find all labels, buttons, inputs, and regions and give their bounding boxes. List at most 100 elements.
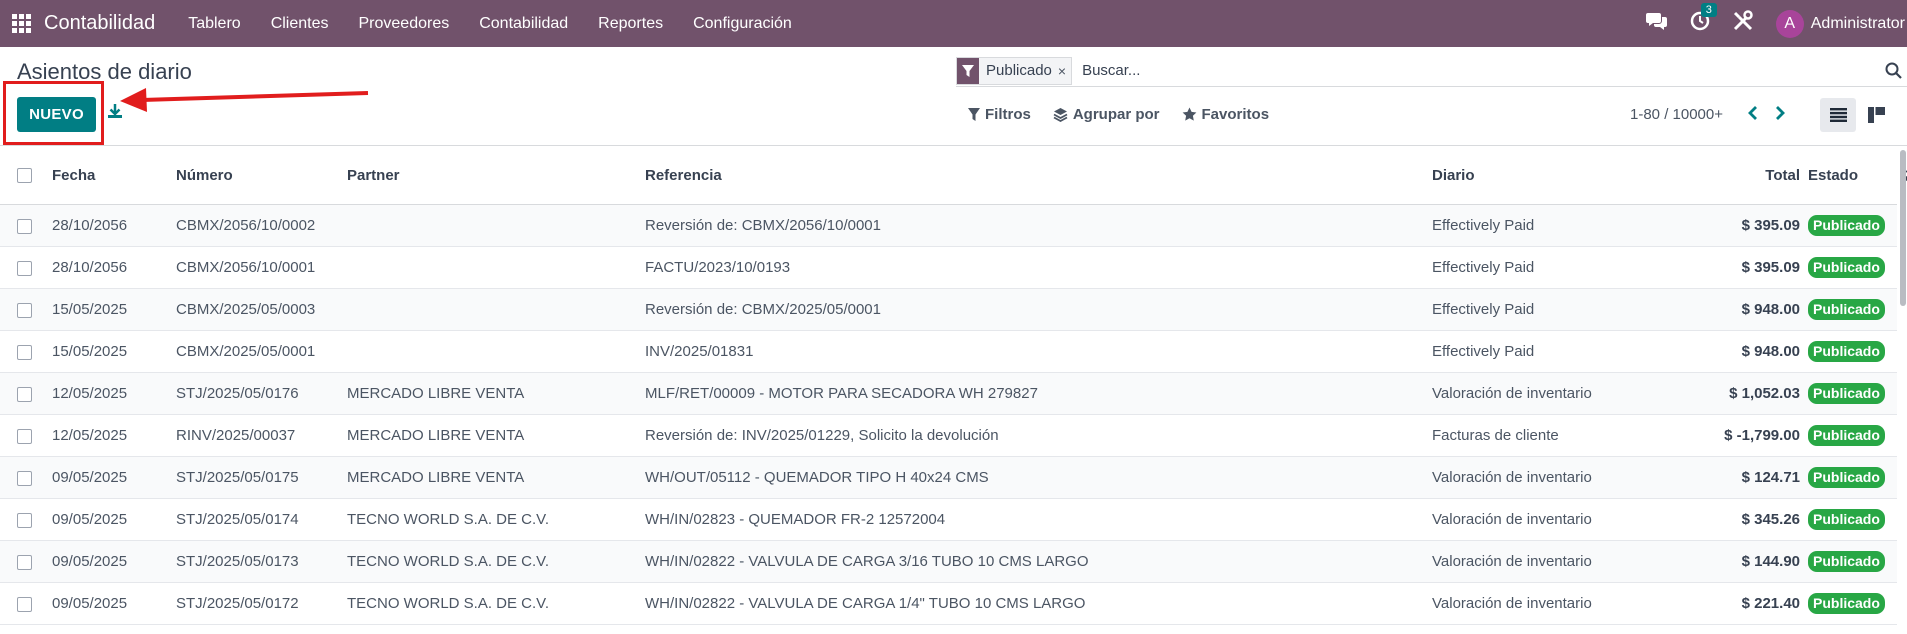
table-row[interactable]: 15/05/2025 CBMX/2025/05/0003 Reversión de:… xyxy=(0,288,1897,331)
user-name[interactable]: Administrator xyxy=(1811,15,1905,33)
row-checkbox[interactable] xyxy=(17,470,32,486)
row-checkbox[interactable] xyxy=(17,386,32,402)
cell-referencia: WH/IN/02822 - VALVULA DE CARGA 3/16 TUBO… xyxy=(645,540,1432,583)
cell-total: $ -1,799.00 xyxy=(1672,414,1808,457)
row-checkbox[interactable] xyxy=(17,344,32,360)
row-select-cell xyxy=(0,456,52,499)
row-checkbox[interactable] xyxy=(17,260,32,276)
search-bar: Publicado × xyxy=(956,55,1907,87)
status-badge: Publicado xyxy=(1808,215,1885,236)
app-name[interactable]: Contabilidad xyxy=(44,12,155,35)
header-numero[interactable]: Número xyxy=(176,146,347,205)
table-row[interactable]: 09/05/2025 STJ/2025/05/0175 MERCADO LIBRE … xyxy=(0,456,1897,499)
cell-total: $ 948.00 xyxy=(1672,288,1808,331)
cell-total: $ 1,052.03 xyxy=(1672,372,1808,415)
user-avatar[interactable]: A xyxy=(1775,9,1804,38)
menu-item-tablero[interactable]: Tablero xyxy=(173,15,255,33)
row-select-cell xyxy=(0,372,52,415)
total-value: $ 395.09 xyxy=(1741,259,1800,276)
menu-item-reportes[interactable]: Reportes xyxy=(583,15,678,33)
cell-fecha: 28/10/2056 xyxy=(52,204,176,247)
header-fecha[interactable]: Fecha xyxy=(52,146,176,205)
cell-numero: STJ/2025/05/0175 xyxy=(176,456,347,499)
table-row[interactable]: 09/05/2025 STJ/2025/05/0172 TECNO WORLD S.… xyxy=(0,582,1897,625)
row-select-cell xyxy=(0,204,52,247)
page-title: Asientos de diario xyxy=(17,59,192,84)
header-partner[interactable]: Partner xyxy=(347,146,645,205)
cell-total: $ 345.26 xyxy=(1672,498,1808,541)
row-select-cell xyxy=(0,246,52,289)
table-header-row: Fecha Número Partner Referencia Diario T… xyxy=(0,146,1907,205)
menu-item-configuracion[interactable]: Configuración xyxy=(678,15,807,33)
cell-estado: Publicado xyxy=(1808,246,1897,289)
cell-diario: Valoración de inventario xyxy=(1432,540,1672,583)
cell-numero: STJ/2025/05/0172 xyxy=(176,582,347,625)
cell-numero: CBMX/2056/10/0002 xyxy=(176,204,347,247)
app-grid-icon[interactable] xyxy=(12,13,32,34)
menu-item-proveedores[interactable]: Proveedores xyxy=(344,15,465,33)
row-checkbox[interactable] xyxy=(17,218,32,234)
pager-previous-icon[interactable] xyxy=(1747,104,1759,127)
download-icon[interactable] xyxy=(107,103,123,124)
cell-diario: Effectively Paid xyxy=(1432,330,1672,373)
header-diario[interactable]: Diario xyxy=(1432,146,1672,205)
cell-fecha: 15/05/2025 xyxy=(52,330,176,373)
header-total[interactable]: Total xyxy=(1672,146,1808,205)
cell-total: $ 124.71 xyxy=(1672,456,1808,499)
cell-estado: Publicado xyxy=(1808,372,1897,415)
vertical-scrollbar[interactable] xyxy=(1900,150,1906,306)
header-estado[interactable]: Estado xyxy=(1808,146,1897,205)
filters-button[interactable]: Filtros xyxy=(968,106,1031,123)
cell-partner xyxy=(347,204,645,247)
list-view-icon[interactable] xyxy=(1820,98,1856,132)
select-all-checkbox[interactable] xyxy=(17,168,32,184)
table-row[interactable]: 09/05/2025 STJ/2025/05/0174 TECNO WORLD S.… xyxy=(0,498,1897,541)
table-row[interactable]: 09/05/2025 STJ/2025/05/0173 TECNO WORLD S.… xyxy=(0,540,1897,583)
table-row[interactable]: 28/10/2056 CBMX/2056/10/0002 Reversión de:… xyxy=(0,204,1897,247)
cell-fecha: 09/05/2025 xyxy=(52,498,176,541)
header-referencia[interactable]: Referencia xyxy=(645,146,1432,205)
search-options: Filtros Agrupar por Favoritos xyxy=(968,106,1291,123)
table-row[interactable]: 28/10/2056 CBMX/2056/10/0001 FACTU/2023/10… xyxy=(0,246,1897,289)
cell-estado: Publicado xyxy=(1808,288,1897,331)
table-body: 28/10/2056 CBMX/2056/10/0002 Reversión de:… xyxy=(0,204,1897,625)
row-checkbox[interactable] xyxy=(17,428,32,444)
menu-item-clientes[interactable]: Clientes xyxy=(256,15,344,33)
group-by-label: Agrupar por xyxy=(1072,106,1160,123)
activity-count-badge: 3 xyxy=(1700,3,1717,17)
search-icon[interactable] xyxy=(1885,62,1902,84)
search-input[interactable] xyxy=(1080,61,1865,80)
row-checkbox[interactable] xyxy=(17,302,32,318)
tools-icon[interactable] xyxy=(1732,10,1754,37)
facet-remove-icon[interactable]: × xyxy=(1058,63,1071,79)
table-row[interactable]: 15/05/2025 CBMX/2025/05/0001 INV/2025/0183… xyxy=(0,330,1897,373)
cell-estado: Publicado xyxy=(1808,330,1897,373)
cell-fecha: 09/05/2025 xyxy=(52,582,176,625)
row-checkbox[interactable] xyxy=(17,596,32,612)
row-checkbox[interactable] xyxy=(17,554,32,570)
cell-numero: RINV/2025/00037 xyxy=(176,414,347,457)
row-checkbox[interactable] xyxy=(17,512,32,528)
new-button[interactable]: NUEVO xyxy=(17,97,96,132)
table-row[interactable]: 12/05/2025 RINV/2025/00037 MERCADO LIBRE V… xyxy=(0,414,1897,457)
status-badge: Publicado xyxy=(1808,509,1885,530)
activity-clock-icon[interactable]: 3 xyxy=(1690,3,1717,36)
cell-estado: Publicado xyxy=(1808,204,1897,247)
cell-referencia: INV/2025/01831 xyxy=(645,330,1432,373)
menu-item-contabilidad[interactable]: Contabilidad xyxy=(464,15,583,33)
pager-value[interactable]: 1-80 / 10000+ xyxy=(1630,106,1723,123)
group-by-button[interactable]: Agrupar por xyxy=(1053,106,1160,123)
cell-partner: MERCADO LIBRE VENTA xyxy=(347,372,645,415)
status-badge: Publicado xyxy=(1808,425,1885,446)
cell-fecha: 15/05/2025 xyxy=(52,288,176,331)
status-badge: Publicado xyxy=(1808,341,1885,362)
table-row[interactable]: 12/05/2025 STJ/2025/05/0176 MERCADO LIBRE … xyxy=(0,372,1897,415)
messaging-icon[interactable] xyxy=(1645,11,1668,36)
favorites-button[interactable]: Favoritos xyxy=(1182,106,1269,123)
cell-partner xyxy=(347,288,645,331)
select-all-cell xyxy=(0,146,52,205)
search-facet: Publicado × xyxy=(956,56,1073,85)
kanban-view-icon[interactable] xyxy=(1858,98,1894,132)
pager-next-icon[interactable] xyxy=(1774,104,1786,127)
cell-diario: Effectively Paid xyxy=(1432,288,1672,331)
